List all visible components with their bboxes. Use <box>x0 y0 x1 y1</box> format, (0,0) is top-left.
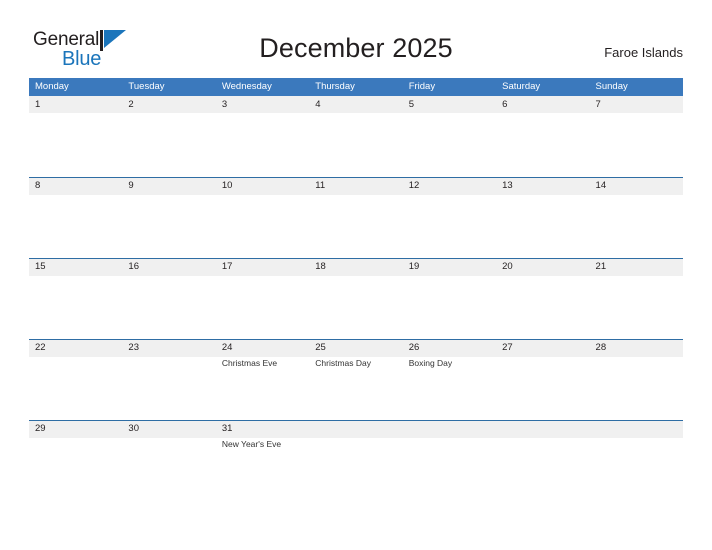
weekday-header-thursday: Thursday <box>315 81 355 92</box>
page-header: General Blue December 2025 Faroe Islands <box>0 0 712 69</box>
day-cell[interactable]: 11 <box>309 177 402 258</box>
day-number: 12 <box>408 180 420 191</box>
day-cell[interactable]: 15 <box>29 258 122 339</box>
day-cell[interactable]: 8 <box>29 177 122 258</box>
calendar-grid: Monday Tuesday Wednesday Thursday Friday… <box>29 78 683 476</box>
day-number: 1 <box>35 99 41 110</box>
weekday-header-friday: Friday <box>408 81 436 92</box>
day-number: 28 <box>595 342 607 353</box>
day-event: Boxing Day <box>408 358 453 368</box>
day-number: 7 <box>595 99 601 110</box>
day-number: 25 <box>315 342 326 353</box>
day-number: 13 <box>502 180 513 191</box>
day-cell[interactable]: 2 <box>122 96 215 177</box>
day-number: 20 <box>502 261 513 272</box>
day-cell[interactable]: 9 <box>122 177 215 258</box>
weekday-header-sunday: Sunday <box>595 81 628 92</box>
day-cell[interactable]: 31 New Year's Eve <box>216 420 309 476</box>
day-cell-empty <box>403 420 496 476</box>
day-cell[interactable]: 22 <box>29 339 122 420</box>
week-row: 1 2 3 4 5 6 7 <box>29 96 683 177</box>
day-cell[interactable]: 4 <box>309 96 402 177</box>
calendar-page: General Blue December 2025 Faroe Islands… <box>0 0 712 550</box>
day-number: 23 <box>128 342 139 353</box>
day-cell[interactable]: 13 <box>496 177 589 258</box>
week-row: 29 30 31 New Year's Eve <box>29 420 683 476</box>
day-cell-empty <box>590 420 683 476</box>
day-cell-empty <box>309 420 402 476</box>
day-event: Christmas Day <box>315 358 371 368</box>
day-number: 2 <box>128 99 134 110</box>
weekday-header-monday: Monday <box>35 81 69 92</box>
day-cell[interactable]: 1 <box>29 96 122 177</box>
day-number: 29 <box>35 423 46 434</box>
day-number: 31 <box>221 423 233 434</box>
day-number: 24 <box>221 342 233 353</box>
region-label: Faroe Islands <box>604 45 683 60</box>
day-number: 30 <box>128 423 139 434</box>
day-cell[interactable]: 24 Christmas Eve <box>216 339 309 420</box>
day-number: 3 <box>221 99 228 110</box>
day-cell-empty <box>496 420 589 476</box>
day-cell[interactable]: 21 <box>590 258 683 339</box>
day-cell[interactable]: 7 <box>590 96 683 177</box>
day-cell[interactable]: 16 <box>122 258 215 339</box>
day-cell[interactable]: 23 <box>122 339 215 420</box>
day-cell[interactable]: 5 <box>403 96 496 177</box>
day-number: 16 <box>128 261 139 272</box>
week-row: 8 9 10 11 12 13 14 <box>29 177 683 258</box>
day-number: 14 <box>595 180 607 191</box>
day-cell[interactable]: 6 <box>496 96 589 177</box>
day-number: 18 <box>315 261 326 272</box>
day-number: 6 <box>502 99 508 110</box>
weekday-header-wednesday: Wednesday <box>221 81 272 92</box>
day-cell[interactable]: 25 Christmas Day <box>309 339 402 420</box>
day-cell[interactable]: 19 <box>403 258 496 339</box>
day-number: 9 <box>128 180 134 191</box>
day-number: 19 <box>408 261 420 272</box>
week-row: 15 16 17 18 19 20 21 <box>29 258 683 339</box>
day-number: 27 <box>502 342 513 353</box>
day-cell[interactable]: 26 Boxing Day <box>403 339 496 420</box>
day-cell[interactable]: 27 <box>496 339 589 420</box>
day-number: 5 <box>408 99 414 110</box>
weekday-header-row: Monday Tuesday Wednesday Thursday Friday… <box>29 78 683 96</box>
weekday-header-saturday: Saturday <box>502 81 541 92</box>
day-cell[interactable]: 29 <box>29 420 122 476</box>
weekday-header-tuesday: Tuesday <box>128 81 165 92</box>
day-event: New Year's Eve <box>221 439 282 449</box>
day-cell[interactable]: 20 <box>496 258 589 339</box>
day-cell[interactable]: 28 <box>590 339 683 420</box>
day-cell[interactable]: 14 <box>590 177 683 258</box>
day-number: 26 <box>408 342 420 353</box>
day-number: 17 <box>221 261 233 272</box>
day-number: 21 <box>595 261 607 272</box>
day-cell[interactable]: 30 <box>122 420 215 476</box>
week-row: 22 23 24 Christmas Eve 25 Christmas Day … <box>29 339 683 420</box>
day-number: 10 <box>221 180 233 191</box>
day-number: 4 <box>315 99 321 110</box>
day-number: 8 <box>35 180 41 191</box>
day-number: 11 <box>315 180 326 191</box>
day-event: Christmas Eve <box>221 358 278 368</box>
day-cell[interactable]: 3 <box>216 96 309 177</box>
day-cell[interactable]: 18 <box>309 258 402 339</box>
day-cell[interactable]: 12 <box>403 177 496 258</box>
day-number: 22 <box>35 342 46 353</box>
day-cell[interactable]: 10 <box>216 177 309 258</box>
day-cell[interactable]: 17 <box>216 258 309 339</box>
day-number: 15 <box>35 261 46 272</box>
